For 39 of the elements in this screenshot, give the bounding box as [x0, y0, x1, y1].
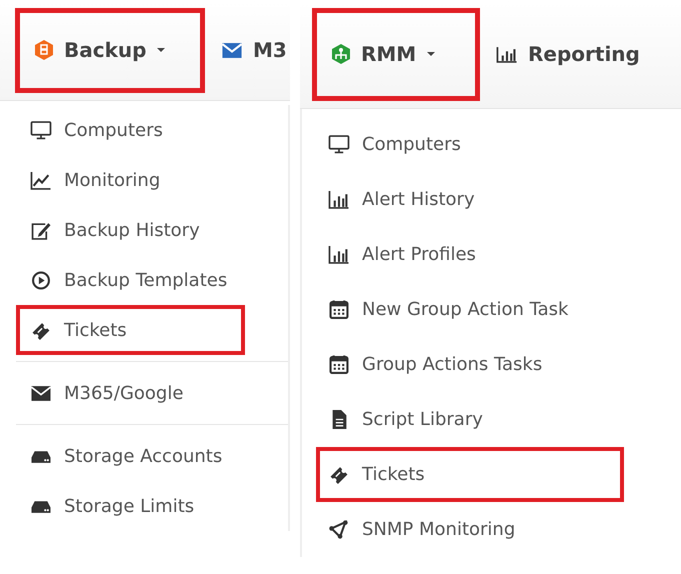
menu-item[interactable]: Tickets [316, 447, 624, 502]
menu-item[interactable]: Alert History [316, 172, 624, 227]
bar-chart-icon [496, 46, 518, 62]
play-icon [30, 270, 52, 290]
menu-item[interactable]: SNMP Monitoring [316, 502, 624, 557]
menu-link[interactable]: Reporting [496, 42, 640, 66]
line-chart-icon [30, 170, 52, 190]
menu-item[interactable]: Storage Limits [16, 481, 245, 531]
monitor-icon [30, 120, 52, 140]
envelope-icon [221, 42, 243, 58]
caret-icon [156, 47, 166, 53]
monitor-icon [328, 135, 350, 154]
calendar-icon [328, 300, 350, 319]
calendar-icon [328, 355, 350, 374]
bar-chart-icon [328, 190, 350, 209]
menu-item[interactable]: Script Library [316, 392, 624, 447]
menu-item[interactable]: Monitoring [16, 155, 245, 205]
edit-icon [30, 220, 52, 240]
menu-button[interactable]: Backup [15, 8, 205, 92]
menu-item[interactable]: Computers [16, 105, 245, 155]
menu-item[interactable]: M365/Google [16, 368, 245, 418]
share-icon [328, 520, 350, 539]
menu-item[interactable]: Tickets [16, 305, 245, 355]
menu-item[interactable]: New Group Action Task [316, 282, 624, 337]
menu-button[interactable]: RMM [312, 8, 480, 100]
menu-item[interactable]: Group Actions Tasks [316, 337, 624, 392]
ticket-icon [328, 465, 350, 484]
menu-item[interactable]: Computers [316, 117, 624, 172]
envelope-icon [30, 384, 52, 402]
menu-item[interactable]: Backup Templates [16, 255, 245, 305]
menu-item[interactable]: Alert Profiles [316, 227, 624, 282]
bar-chart-icon [328, 245, 350, 264]
caret-icon [426, 51, 436, 57]
hexagon-icon [331, 43, 351, 65]
ticket-icon [30, 320, 52, 340]
hexagon-icon [34, 39, 54, 61]
menu-item[interactable]: Backup History [16, 205, 245, 255]
menu-link[interactable]: M3 [221, 38, 287, 62]
menu-item[interactable]: Storage Accounts [16, 431, 245, 481]
